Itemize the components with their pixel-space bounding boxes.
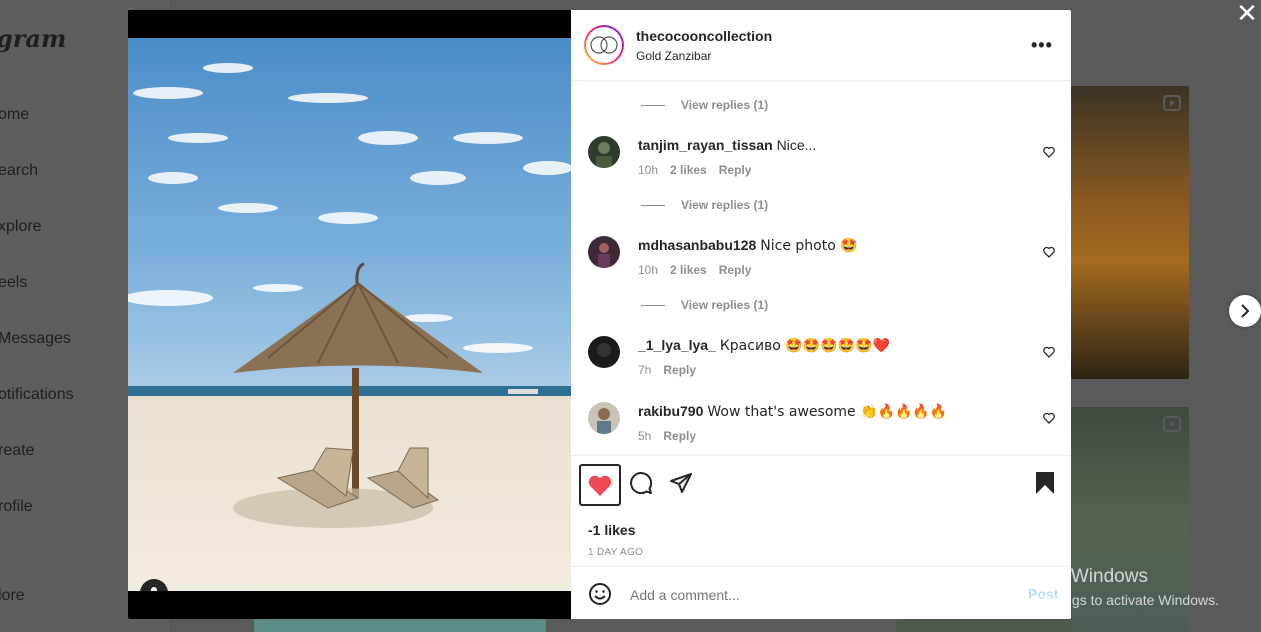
- share-button[interactable]: [668, 470, 694, 496]
- commenter-username[interactable]: _1_lya_lya_: [638, 337, 716, 353]
- comment-likes-link[interactable]: 2 likes: [670, 163, 707, 177]
- reply-button[interactable]: Reply: [719, 263, 752, 277]
- nav-search[interactable]: earch: [0, 162, 38, 180]
- commenter-avatar[interactable]: [588, 336, 620, 368]
- comment-icon: [630, 472, 653, 495]
- comments-list: View replies (1) tanjim_rayan_tissan Nice…: [571, 81, 1071, 455]
- comment-meta: 5h Reply: [638, 429, 697, 443]
- heart-icon[interactable]: [1043, 346, 1055, 358]
- view-replies-button[interactable]: View replies (1): [641, 298, 768, 312]
- reel-icon: [1163, 95, 1181, 116]
- nav-notifications[interactable]: otifications: [0, 386, 74, 404]
- reply-button[interactable]: Reply: [663, 429, 696, 443]
- bookmark-filled-icon: [1036, 472, 1054, 494]
- likes-count[interactable]: -1 likes: [588, 522, 635, 538]
- nav-explore[interactable]: xplore: [0, 218, 42, 236]
- post-header: thecocooncollection Gold Zanzibar •••: [571, 10, 1071, 81]
- view-replies-button[interactable]: View replies (1): [641, 198, 768, 212]
- nav-more[interactable]: lore: [0, 587, 25, 605]
- post-modal: thecocooncollection Gold Zanzibar ••• Vi…: [128, 10, 1071, 619]
- heart-filled-icon: [588, 475, 612, 496]
- heart-icon[interactable]: [1043, 412, 1055, 424]
- post-timestamp: 1 DAY AGO: [588, 547, 644, 558]
- next-post-button[interactable]: [1229, 295, 1261, 327]
- author-username[interactable]: thecocooncollection: [636, 28, 772, 44]
- commenter-username[interactable]: rakibu790: [638, 403, 703, 419]
- commenter-avatar[interactable]: [588, 236, 620, 268]
- comment-item: mdhasanbabu128 Nice photo 🤩 10h 2 likes Rep…: [571, 236, 1071, 286]
- comment-text: _1_lya_lya_ Красиво 🤩🤩🤩🤩🤩❤️: [638, 337, 890, 354]
- close-icon[interactable]: ✕: [1234, 0, 1260, 26]
- comment-item: tanjim_rayan_tissan Nice... 10h 2 likes Rep…: [571, 136, 1071, 186]
- commenter-avatar[interactable]: [588, 136, 620, 168]
- comment-item: rakibu790 Wow that's awesome 👏🔥🔥🔥🔥 5h Repl…: [571, 402, 1071, 452]
- nav-create[interactable]: reate: [0, 442, 34, 460]
- view-replies-button[interactable]: View replies (1): [641, 98, 768, 112]
- comment-text: tanjim_rayan_tissan Nice...: [638, 137, 817, 153]
- user-icon: [151, 587, 157, 591]
- commenter-username[interactable]: mdhasanbabu128: [638, 237, 756, 253]
- comment-text: mdhasanbabu128 Nice photo 🤩: [638, 237, 858, 254]
- add-comment-bar: Post: [571, 566, 1071, 619]
- chevron-right-icon: [1241, 304, 1250, 318]
- comment-meta: 10h 2 likes Reply: [638, 263, 752, 277]
- background-tile-reel[interactable]: [1071, 86, 1189, 379]
- send-icon: [670, 473, 692, 493]
- nav-profile[interactable]: rofile: [0, 498, 33, 516]
- author-avatar[interactable]: [584, 25, 624, 65]
- background-tile[interactable]: [254, 619, 546, 632]
- instagram-logo: gram: [0, 24, 67, 53]
- heart-icon[interactable]: [1043, 146, 1055, 158]
- nav-home[interactable]: ome: [0, 106, 29, 124]
- background-tile[interactable]: [896, 619, 1071, 632]
- comment-text: rakibu790 Wow that's awesome 👏🔥🔥🔥🔥: [638, 403, 948, 420]
- post-location[interactable]: Gold Zanzibar: [636, 49, 711, 63]
- emoji-icon[interactable]: [588, 582, 612, 606]
- post-actions: -1 likes 1 DAY AGO: [571, 455, 1071, 576]
- windows-activation-watermark: Activate Windows Go to Settings to activ…: [998, 566, 1219, 608]
- comment-input[interactable]: [628, 586, 992, 604]
- commenter-avatar[interactable]: [588, 402, 620, 434]
- commenter-username[interactable]: tanjim_rayan_tissan: [638, 137, 773, 153]
- reply-button[interactable]: Reply: [719, 163, 752, 177]
- nav-messages[interactable]: Messages: [0, 330, 71, 348]
- comment-likes-link[interactable]: 2 likes: [670, 263, 707, 277]
- more-options-icon[interactable]: •••: [1031, 35, 1053, 56]
- save-button[interactable]: [1032, 470, 1058, 496]
- background-divider: [1071, 33, 1189, 34]
- heart-icon[interactable]: [1043, 246, 1055, 258]
- post-side-panel: thecocooncollection Gold Zanzibar ••• Vi…: [571, 10, 1071, 619]
- reply-button[interactable]: Reply: [663, 363, 696, 377]
- post-image: [128, 38, 571, 591]
- comment-button[interactable]: [628, 470, 654, 496]
- comment-meta: 7h Reply: [638, 363, 697, 377]
- reel-icon: [1163, 416, 1181, 437]
- nav-reels[interactable]: eels: [0, 274, 27, 292]
- comment-meta: 10h 2 likes Reply: [638, 163, 752, 177]
- like-button[interactable]: [579, 464, 621, 506]
- comment-item: _1_lya_lya_ Красиво 🤩🤩🤩🤩🤩❤️ 7h Reply: [571, 336, 1071, 386]
- cocoon-logo-icon: [590, 36, 618, 54]
